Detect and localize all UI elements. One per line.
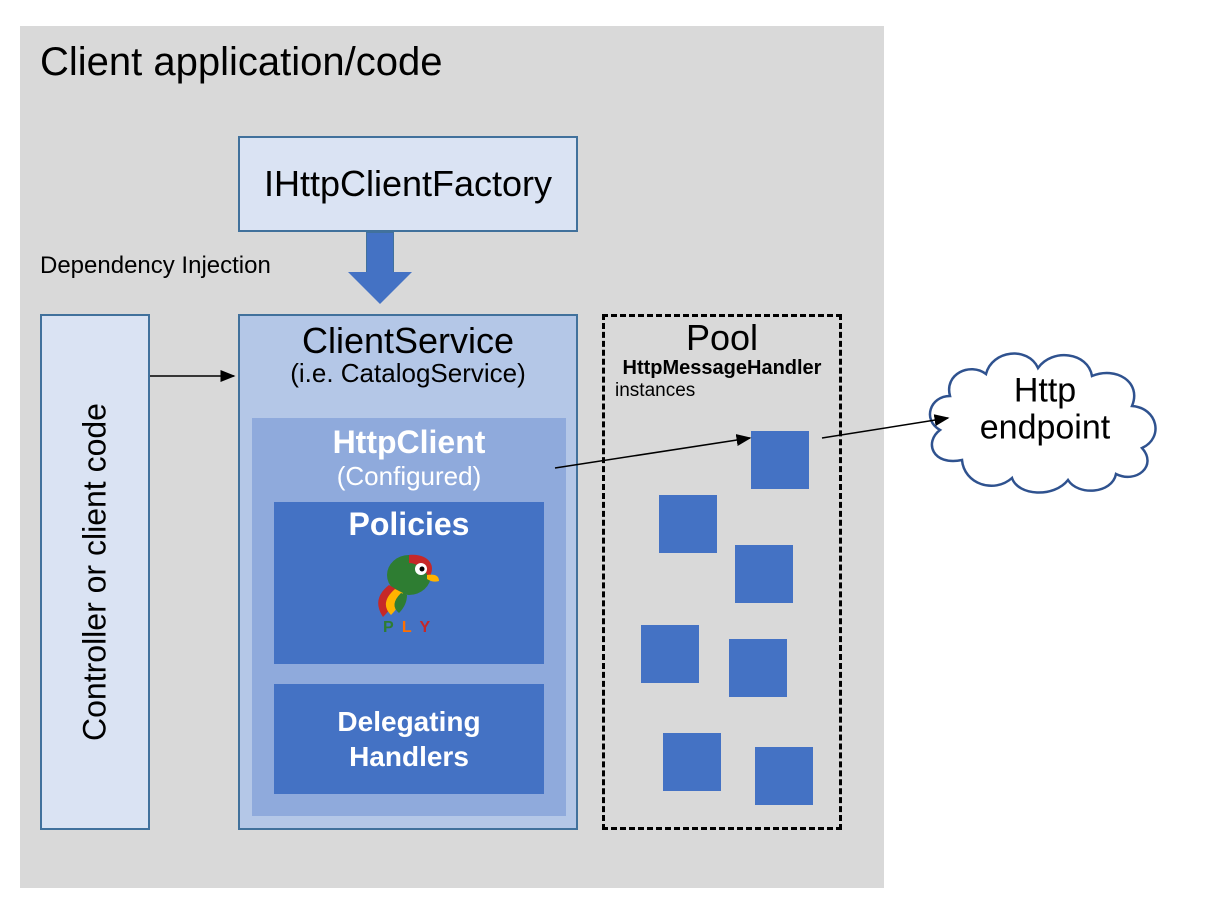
handler-instance-icon <box>659 495 717 553</box>
http-endpoint-cloud: Httpendpoint <box>920 320 1170 500</box>
client-service-title: ClientService <box>240 320 576 362</box>
ihttpclientfactory-label: IHttpClientFactory <box>264 163 552 205</box>
policies-box: Policies P L <box>274 502 544 664</box>
handler-pool-box: Pool HttpMessageHandler instances <box>602 314 842 830</box>
handler-instance-icon <box>641 625 699 683</box>
dependency-injection-label: Dependency Injection <box>40 252 271 280</box>
polly-logo-text: P L Y <box>383 619 432 637</box>
pool-subtitle-instances: instances <box>605 380 839 402</box>
factory-injection-arrow-icon <box>348 232 412 302</box>
ihttpclientfactory-box: IHttpClientFactory <box>238 136 578 232</box>
handler-instance-icon <box>751 431 809 489</box>
pool-title: Pool <box>605 317 839 359</box>
http-client-subtitle: (Configured) <box>252 461 566 492</box>
client-service-box: ClientService (i.e. CatalogService) Http… <box>238 314 578 830</box>
pool-subtitle: HttpMessageHandler <box>605 357 839 380</box>
main-title: Client application/code <box>40 40 442 85</box>
controller-box: Controller or client code <box>40 314 150 830</box>
http-client-title: HttpClient <box>252 424 566 461</box>
policies-label: Policies <box>274 506 544 543</box>
http-endpoint-label: Httpendpoint <box>980 373 1110 448</box>
delegating-handlers-label: Delegating Handlers <box>337 704 480 774</box>
handler-instance-icon <box>735 545 793 603</box>
http-client-box: HttpClient (Configured) Policies <box>252 418 566 816</box>
handler-instance-icon <box>729 639 787 697</box>
client-application-container: Client application/code IHttpClientFacto… <box>20 26 884 888</box>
client-service-subtitle: (i.e. CatalogService) <box>240 358 576 389</box>
handler-instance-icon <box>755 747 813 805</box>
polly-parrot-icon: P L Y <box>369 547 449 637</box>
controller-label: Controller or client code <box>77 403 114 741</box>
handler-instance-icon <box>663 733 721 791</box>
delegating-handlers-box: Delegating Handlers <box>274 684 544 794</box>
